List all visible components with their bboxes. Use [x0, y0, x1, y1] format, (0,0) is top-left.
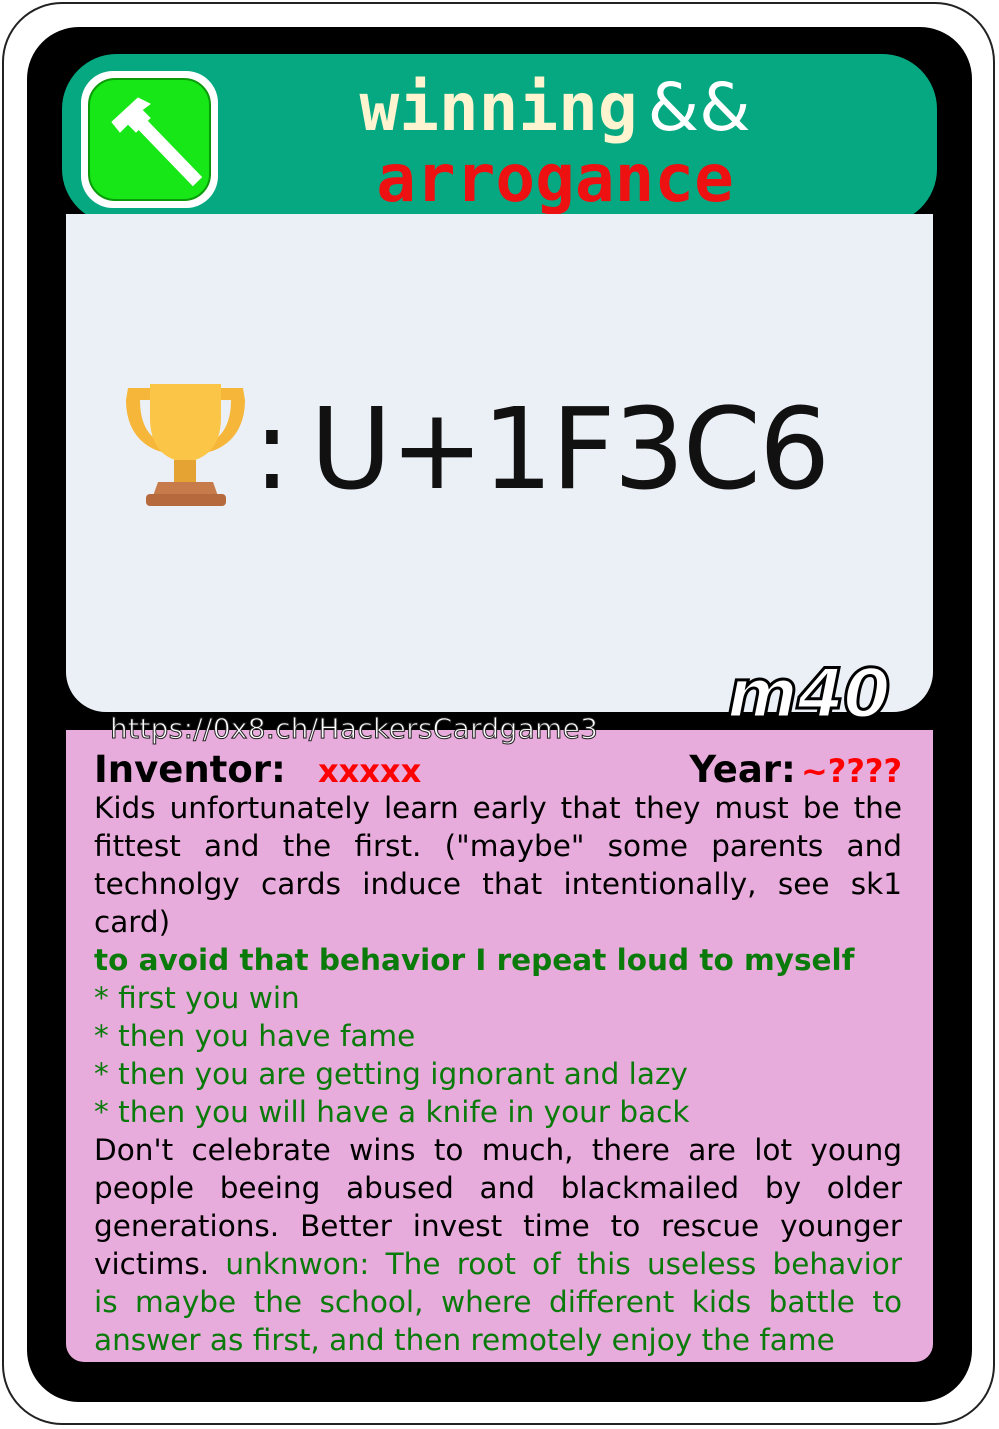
card-title-line2: arrogance: [376, 140, 734, 217]
card-url[interactable]: https://0x8.ch/HackersCardgame3: [109, 712, 598, 746]
advice-heading: to avoid that behavior I repeat loud to …: [94, 943, 855, 977]
card-title-line1: winning &&: [230, 68, 880, 148]
year-value: ~????: [800, 752, 902, 790]
description-line: generations. Better invest time to rescu…: [94, 1209, 902, 1243]
note-text: unknwon: The root of this useless behavi…: [225, 1247, 902, 1281]
description-text: victims.: [94, 1247, 210, 1281]
description-line: Don't celebrate wins to much, there are …: [94, 1133, 902, 1167]
description-line: people beeing abused and blackmailed by …: [94, 1171, 902, 1205]
note-line: is maybe the school, where different kid…: [94, 1285, 902, 1319]
advice-list-item: * then you will have a knife in your bac…: [94, 1095, 690, 1129]
hammer-icon: [88, 78, 211, 201]
advice-list-item: * then you have fame: [94, 1019, 416, 1053]
advice-list-item: * first you win: [94, 981, 300, 1015]
card-code: m40: [725, 654, 891, 736]
year-group: Year: ~????: [689, 748, 902, 792]
year-label: Year:: [689, 748, 796, 791]
note-line: answer as first, and then remotely enjoy…: [94, 1323, 835, 1357]
image-unicode-codepoint: U+1F3C6: [310, 385, 830, 515]
inventor-label: Inventor:: [94, 748, 286, 791]
description-line: technolgy cards induce that intentionall…: [94, 867, 902, 901]
description-line-mixed: victims. unknwon: The root of this usele…: [94, 1245, 902, 1283]
inventor-value: xxxxx: [318, 752, 422, 790]
title-word-winning: winning: [359, 69, 638, 146]
description-line: fittest and the first. ("maybe" some par…: [94, 829, 902, 863]
description-line: card): [94, 905, 171, 939]
title-ampersands: &&: [647, 69, 751, 146]
image-colon: :: [253, 385, 291, 515]
trophy-icon: [118, 380, 253, 514]
inventor-year-row: Inventor: xxxxx Year: ~????: [94, 748, 902, 792]
card-description: Kids unfortunately learn early that they…: [94, 789, 902, 1359]
description-line: Kids unfortunately learn early that they…: [94, 791, 902, 825]
advice-list-item: * then you are getting ignorant and lazy: [94, 1057, 688, 1091]
category-icon-box: [81, 71, 218, 208]
